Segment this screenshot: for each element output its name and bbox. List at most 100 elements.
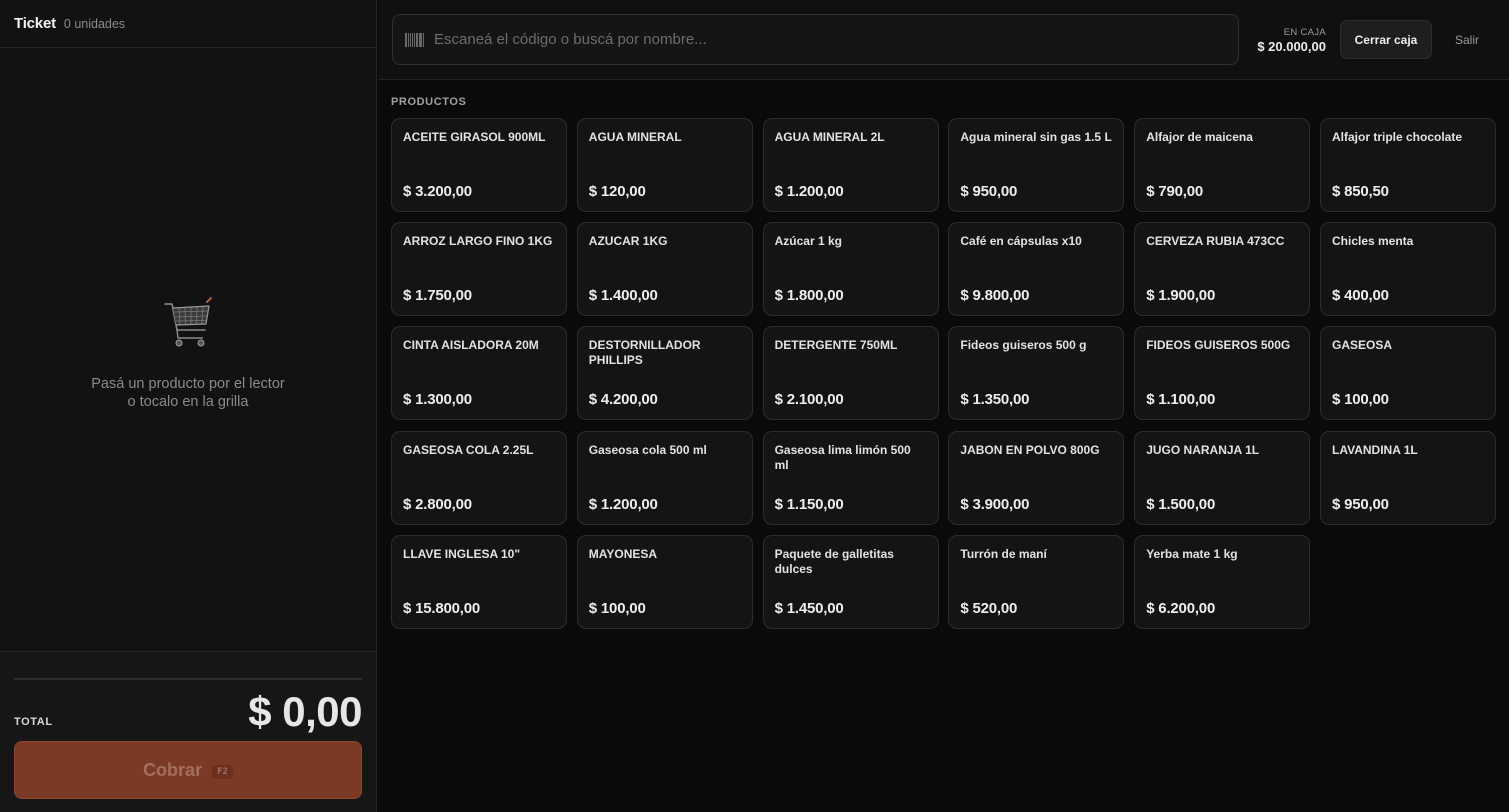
charge-button[interactable]: Cobrar F2 [14, 741, 362, 799]
product-name: CINTA AISLADORA 20M [403, 338, 539, 353]
product-card[interactable]: AGUA MINERAL $ 120,00 [576, 118, 753, 212]
product-card[interactable]: LAVANDINA 1L $ 950,00 [1319, 430, 1496, 525]
product-price: $ 1.200,00 [588, 495, 658, 513]
product-price: $ 1.300,00 [403, 391, 472, 409]
product-card[interactable]: CERVEZA RUBIA 473CC $ 1.900,00 [1134, 222, 1311, 317]
product-card[interactable]: Paquete de galletitas dulces $ 1.450,00 [762, 534, 939, 629]
product-name: Alfajor de maicena [1146, 130, 1253, 144]
product-price: $ 1.100,00 [1146, 391, 1216, 409]
product-card[interactable]: AGUA MINERAL 2L $ 1.200,00 [762, 118, 939, 212]
product-card[interactable]: Gaseosa cola 500 ml $ 1.200,00 [576, 430, 753, 525]
product-card[interactable]: ARROZ LARGO FINO 1KG $ 1.750,00 [391, 222, 567, 317]
product-price: $ 790,00 [1146, 183, 1203, 200]
product-card[interactable]: Café en cápsulas x10 $ 9.800,00 [948, 222, 1125, 317]
total-amount: $ 0,00 [248, 688, 362, 735]
product-card[interactable]: Turrón de maní $ 520,00 [948, 534, 1125, 629]
product-name: JUGO NARANJA 1L [1146, 442, 1260, 457]
product-card[interactable]: AZUCAR 1KG $ 1.400,00 [576, 222, 753, 317]
product-price: $ 1.350,00 [960, 391, 1030, 409]
product-name: JABON EN POLVO 800G [960, 442, 1100, 457]
product-card[interactable]: Gaseosa lima limón 500 ml $ 1.150,00 [762, 430, 939, 525]
product-name: AGUA MINERAL [588, 130, 682, 144]
product-name: Turrón de maní [960, 546, 1047, 561]
products-section-label: PRODUCTOS [391, 96, 467, 108]
ticket-empty-message: Pasá un producto por el lector o tocalo … [0, 375, 376, 411]
product-card[interactable]: Alfajor triple chocolate $ 850,50 [1319, 118, 1496, 212]
product-name: DESTORNILLADOR PHILLIPS [588, 338, 701, 368]
top-bar: EN CAJA $ 20.000,00 Cerrar caja Salir [378, 0, 1509, 80]
empty-message-line-2: o tocalo en la grilla [127, 394, 249, 410]
product-name: FIDEOS GUISEROS 500G [1146, 338, 1291, 353]
product-card[interactable]: Chicles menta $ 400,00 [1319, 222, 1496, 317]
product-price: $ 120,00 [588, 183, 646, 200]
ticket-title: Ticket [14, 15, 56, 32]
product-name: ACEITE GIRASOL 900ML [403, 130, 546, 144]
total-label: TOTAL [14, 716, 53, 728]
product-card[interactable]: ACEITE GIRASOL 900ML $ 3.200,00 [391, 118, 567, 212]
product-card[interactable]: Fideos guiseros 500 g $ 1.350,00 [948, 326, 1125, 421]
product-name: LAVANDINA 1L [1331, 442, 1418, 457]
search-input[interactable] [434, 31, 1238, 48]
logout-button[interactable]: Salir [1442, 20, 1492, 59]
product-price: $ 2.100,00 [774, 391, 844, 409]
product-name: Alfajor triple chocolate [1331, 130, 1463, 144]
product-card[interactable]: GASEOSA COLA 2.25L $ 2.800,00 [391, 430, 567, 525]
product-name: GASEOSA [1331, 338, 1392, 353]
product-card[interactable]: DESTORNILLADOR PHILLIPS $ 4.200,00 [576, 326, 753, 421]
search-box[interactable] [392, 14, 1239, 65]
ticket-units-count: 0 unidades [63, 17, 126, 31]
product-name: ARROZ LARGO FINO 1KG [403, 234, 553, 249]
cash-register-status: EN CAJA $ 20.000,00 [1257, 27, 1326, 54]
close-register-button[interactable]: Cerrar caja [1340, 20, 1432, 59]
product-price: $ 100,00 [588, 599, 646, 617]
product-price: $ 1.750,00 [403, 287, 472, 305]
product-grid: ACEITE GIRASOL 900ML $ 3.200,00 AGUA MINER… [391, 118, 1496, 629]
product-price: $ 1.400,00 [588, 287, 658, 305]
product-card[interactable]: Alfajor de maicena $ 790,00 [1134, 118, 1311, 212]
product-name: AZUCAR 1KG [588, 234, 668, 249]
product-card[interactable]: MAYONESA $ 100,00 [576, 534, 753, 629]
product-name: Yerba mate 1 kg [1146, 546, 1238, 561]
product-name: DETERGENTE 750ML [774, 338, 898, 353]
empty-message-line-1: Pasá un producto por el lector [91, 376, 285, 392]
product-price: $ 850,50 [1331, 183, 1389, 200]
product-card[interactable]: FIDEOS GUISEROS 500G $ 1.100,00 [1134, 326, 1311, 421]
product-card[interactable]: Yerba mate 1 kg $ 6.200,00 [1134, 534, 1311, 629]
shopping-cart-icon [164, 297, 212, 347]
product-price: $ 950,00 [1331, 495, 1389, 513]
product-price: $ 1.800,00 [774, 287, 844, 305]
product-price: $ 2.800,00 [403, 495, 472, 513]
footer-divider [14, 678, 362, 680]
ticket-panel: Ticket 0 unidades Pasá un producto por e… [0, 0, 377, 812]
product-name: AGUA MINERAL 2L [774, 130, 885, 144]
product-card[interactable]: DETERGENTE 750ML $ 2.100,00 [762, 326, 939, 421]
product-card[interactable]: GASEOSA $ 100,00 [1319, 326, 1496, 421]
product-card[interactable]: Agua mineral sin gas 1.5 L $ 950,00 [948, 118, 1125, 212]
product-name: Fideos guiseros 500 g [960, 338, 1087, 353]
product-price: $ 1.150,00 [774, 495, 844, 513]
product-price: $ 1.500,00 [1146, 495, 1216, 513]
product-card[interactable]: Azúcar 1 kg $ 1.800,00 [762, 222, 939, 317]
product-price: $ 3.900,00 [960, 495, 1030, 513]
product-price: $ 1.900,00 [1146, 287, 1216, 305]
product-card[interactable]: JUGO NARANJA 1L $ 1.500,00 [1134, 430, 1311, 525]
product-price: $ 950,00 [960, 183, 1018, 200]
product-name: Café en cápsulas x10 [960, 234, 1082, 249]
product-name: CERVEZA RUBIA 473CC [1146, 234, 1285, 249]
charge-shortcut-badge: F2 [212, 765, 233, 779]
charge-button-label: Cobrar [143, 759, 203, 780]
product-name: Azúcar 1 kg [774, 234, 842, 249]
product-card[interactable]: LLAVE INGLESA 10" $ 15.800,00 [391, 534, 567, 629]
product-price: $ 1.450,00 [774, 599, 844, 617]
product-name: LLAVE INGLESA 10" [403, 546, 521, 561]
product-name: Paquete de galletitas dulces [774, 546, 894, 576]
product-price: $ 400,00 [1331, 287, 1389, 305]
product-name: Chicles menta [1331, 234, 1414, 249]
product-name: MAYONESA [588, 546, 658, 561]
product-card[interactable]: CINTA AISLADORA 20M $ 1.300,00 [391, 326, 567, 421]
product-card[interactable]: JABON EN POLVO 800G $ 3.900,00 [948, 430, 1125, 525]
cash-label: EN CAJA [1283, 27, 1326, 38]
product-price: $ 1.200,00 [774, 183, 844, 200]
product-price: $ 100,00 [1331, 391, 1389, 409]
product-price: $ 520,00 [960, 599, 1018, 617]
